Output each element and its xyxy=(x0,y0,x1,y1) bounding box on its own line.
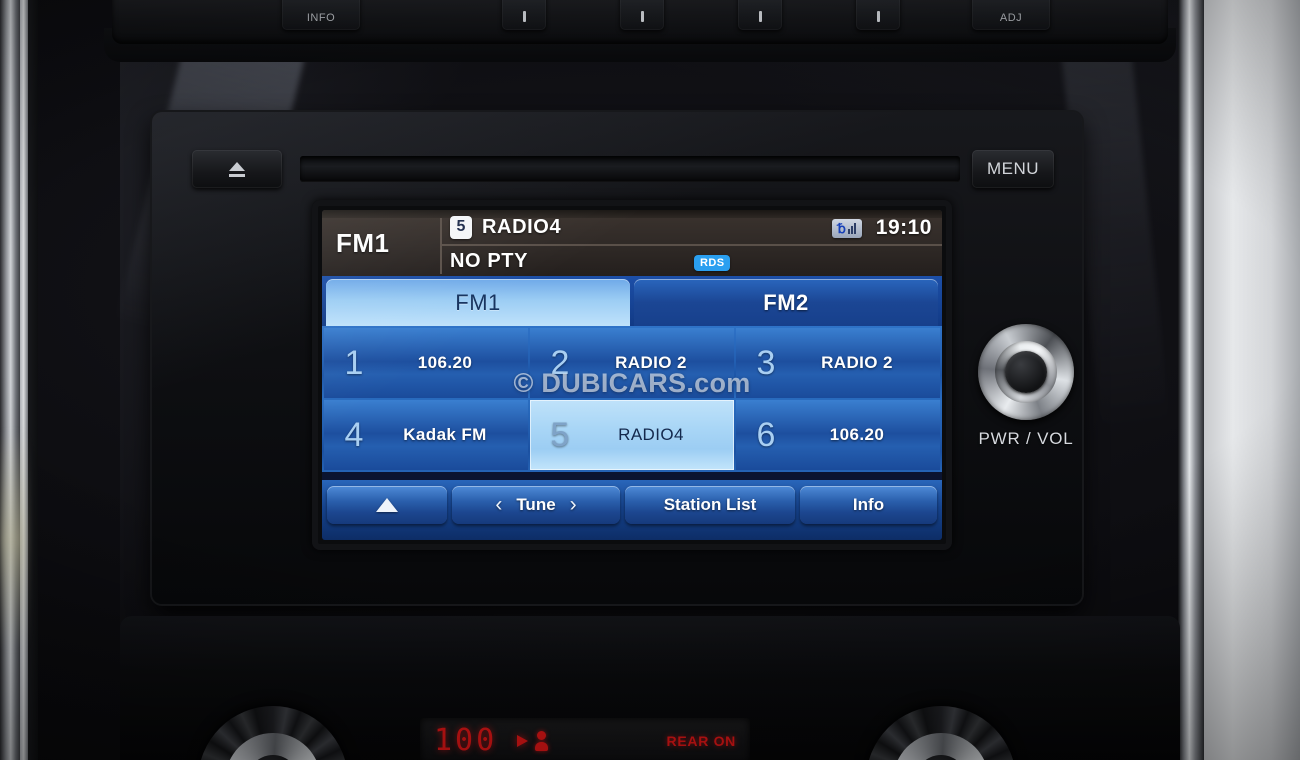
preset-number: 4 xyxy=(344,415,364,454)
airflow-arrow-icon xyxy=(517,735,529,747)
preset-name: 106.20 xyxy=(829,425,885,444)
chevron-left-icon[interactable]: ‹ xyxy=(495,493,502,517)
hvac-knob-right-inner xyxy=(893,733,989,760)
top-button-info-label: INFO xyxy=(306,12,336,24)
top-button-strip: INFO ADJ xyxy=(112,0,1168,44)
tune-label: Tune xyxy=(516,495,556,514)
person-icon xyxy=(535,731,549,751)
rds-badge: RDS xyxy=(694,255,731,271)
screen-bezel: FM1 5 RADIO4 NO PTY RDS ␢ 19:10 FM1 FM2 … xyxy=(312,200,952,550)
button-indicator-dot xyxy=(758,11,762,22)
power-volume-knob[interactable]: PWR / VOL xyxy=(968,324,1084,464)
menu-button[interactable]: MENU xyxy=(972,150,1054,188)
header-source-label: FM1 xyxy=(336,227,390,258)
top-button-info[interactable]: INFO xyxy=(282,0,360,30)
preset-button-4[interactable]: 4 Kadak FM xyxy=(324,400,528,470)
header-pty-text: NO PTY xyxy=(450,249,529,272)
tab-fm1[interactable]: FM1 xyxy=(326,279,630,326)
preset-name: 106.20 xyxy=(417,353,473,372)
info-label: Info xyxy=(852,495,885,514)
button-indicator-dot xyxy=(876,11,880,22)
dashboard-scene: INFO ADJ MENU FM1 5 RADIO4 NO PTY RDS ␢ … xyxy=(0,0,1300,760)
preset-name: RADIO4 xyxy=(618,425,684,444)
preset-button-1[interactable]: 1 106.20 xyxy=(324,328,528,398)
header-row-pty: NO PTY RDS xyxy=(442,246,942,276)
hvac-knob-left-inner xyxy=(225,733,321,760)
rear-on-indicator: REAR ON xyxy=(666,733,736,749)
preset-number: 5 xyxy=(550,415,570,454)
menu-button-label: MENU xyxy=(986,159,1040,178)
preset-name: Kadak FM xyxy=(403,425,487,444)
chevron-right-icon[interactable]: › xyxy=(570,493,577,517)
top-button-4[interactable] xyxy=(738,0,782,30)
preset-button-5[interactable]: 5 RADIO4 xyxy=(530,400,734,470)
airflow-person-icon xyxy=(517,731,549,751)
climate-display: 100 REAR ON xyxy=(420,718,750,760)
preset-name: RADIO 2 xyxy=(615,353,687,372)
cd-slot[interactable] xyxy=(300,156,960,182)
header-station-name: RADIO4 xyxy=(482,215,562,238)
scroll-up-button[interactable] xyxy=(327,486,447,524)
info-button[interactable]: Info xyxy=(800,486,937,524)
eject-button[interactable] xyxy=(192,150,282,188)
head-unit: MENU FM1 5 RADIO4 NO PTY RDS ␢ 19:10 FM1… xyxy=(152,112,1082,604)
right-vent-panel xyxy=(1204,0,1300,760)
softkey-row: ‹ Tune › Station List Info xyxy=(322,480,942,540)
preset-button-6[interactable]: 6 106.20 xyxy=(736,400,940,470)
header-clock: 19:10 xyxy=(875,216,932,239)
hvac-knob-left-core xyxy=(247,755,299,760)
preset-button-2[interactable]: 2 RADIO 2 xyxy=(530,328,734,398)
preset-grid: 1 106.20 2 RADIO 2 3 RADIO 2 4 Kadak FM xyxy=(322,326,942,472)
top-button-2[interactable] xyxy=(502,0,546,30)
band-tabs: FM1 FM2 xyxy=(322,276,942,326)
header-main: 5 RADIO4 NO PTY RDS ␢ 19:10 xyxy=(442,210,942,276)
knob-cap xyxy=(1005,351,1047,393)
header-status-icons: ␢ 19:10 xyxy=(831,216,932,240)
top-button-3[interactable] xyxy=(620,0,664,30)
station-list-label: Station List xyxy=(663,495,757,514)
hvac-knob-right-core xyxy=(915,755,967,760)
station-list-button[interactable]: Station List xyxy=(625,486,795,524)
knob-mid-ring xyxy=(995,341,1057,403)
left-chrome-trim xyxy=(0,0,38,760)
climate-temperature: 100 xyxy=(434,723,498,758)
bluetooth-icon: ␢ xyxy=(831,218,862,238)
top-button-5[interactable] xyxy=(856,0,900,30)
eject-icon xyxy=(229,161,245,177)
right-chrome-trim xyxy=(1178,0,1204,760)
power-volume-label: PWR / VOL xyxy=(978,429,1074,448)
top-button-adj-label: ADJ xyxy=(999,12,1023,24)
up-triangle-icon xyxy=(376,498,398,512)
preset-number: 3 xyxy=(756,343,776,382)
tune-control[interactable]: ‹ Tune › xyxy=(452,486,620,524)
lcd-screen[interactable]: FM1 5 RADIO4 NO PTY RDS ␢ 19:10 FM1 FM2 … xyxy=(322,210,942,540)
preset-number: 2 xyxy=(550,343,570,382)
header-preset-badge: 5 xyxy=(450,215,472,239)
preset-number: 6 xyxy=(756,415,776,454)
button-indicator-dot xyxy=(640,11,644,22)
preset-button-3[interactable]: 3 RADIO 2 xyxy=(736,328,940,398)
button-indicator-dot xyxy=(522,11,526,22)
preset-number: 1 xyxy=(344,343,364,382)
left-trim-reflection xyxy=(0,430,26,650)
preset-name: RADIO 2 xyxy=(821,353,893,372)
knob-outer-ring[interactable] xyxy=(978,324,1074,420)
top-button-adj[interactable]: ADJ xyxy=(972,0,1050,30)
screen-header: FM1 5 RADIO4 NO PTY RDS ␢ 19:10 xyxy=(322,210,942,276)
signal-bars-icon xyxy=(847,222,856,234)
tab-fm2[interactable]: FM2 xyxy=(634,279,938,326)
